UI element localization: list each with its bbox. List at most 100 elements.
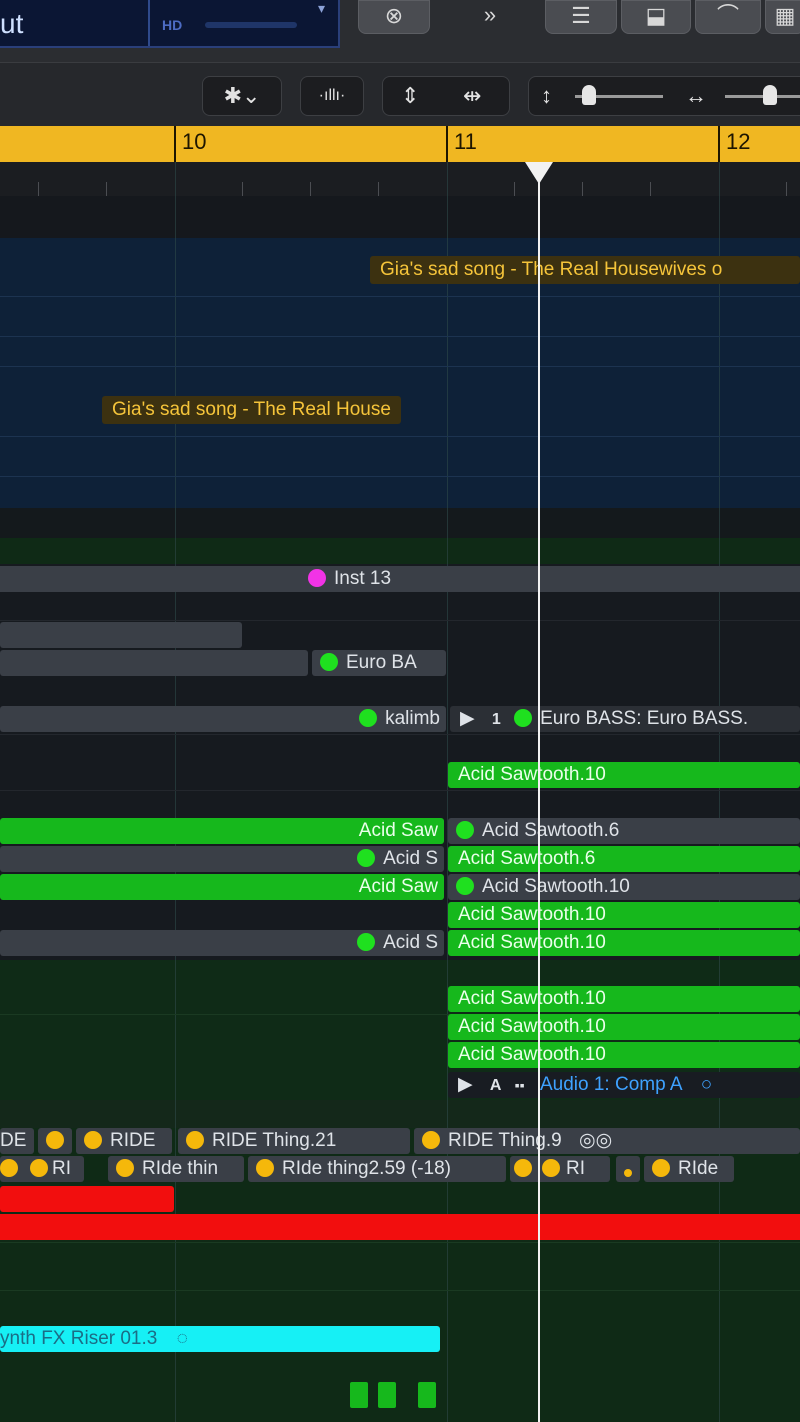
audio-region-label[interactable]: Gia's sad song - The Real Housewives o: [370, 256, 800, 284]
region-label: RI: [566, 1158, 585, 1179]
region-label: RI: [52, 1158, 71, 1179]
audio-region-comp[interactable]: ▶ A ▪▪ Audio 1: Comp A ○: [448, 1072, 800, 1098]
audio-region-label[interactable]: Gia's sad song - The Real House: [102, 396, 401, 424]
row-divider: [0, 476, 800, 477]
browser-button[interactable]: ▦: [765, 0, 800, 34]
region-label: Acid S: [383, 932, 438, 953]
audio-region-ride[interactable]: RI: [0, 1156, 84, 1182]
notepad-button[interactable]: ⬓: [621, 0, 691, 34]
yellow-dot-icon: [0, 1159, 18, 1177]
midi-region-kalimba[interactable]: kalimb: [0, 706, 446, 732]
region-label: RIDE Thing.9: [448, 1130, 562, 1151]
row-divider: [0, 296, 800, 297]
beat-tick: [38, 182, 39, 196]
waveform-zoom-button[interactable]: ·ıllı·: [300, 76, 364, 116]
midi-region-acid-sawtooth[interactable]: Acid Sawtooth.10: [448, 1014, 800, 1040]
small-midi-region[interactable]: [350, 1382, 368, 1408]
lcd-hd-label: HD: [162, 17, 183, 33]
audio-region-ri[interactable]: RI: [510, 1156, 610, 1182]
list-editor-button[interactable]: ☰: [545, 0, 617, 34]
loop-icon[interactable]: ◌: [177, 1328, 188, 1349]
pattern-region-euro-bass[interactable]: ▶ 1 Euro BASS: Euro BASS.: [450, 706, 800, 732]
region-label: Acid Sawtooth.10: [482, 876, 630, 897]
beat-tick: [242, 182, 243, 196]
region-label: Inst 13: [334, 568, 392, 589]
green-dot-icon: [357, 849, 376, 867]
region-label: RIDE: [110, 1130, 156, 1151]
playhead-handle-icon[interactable]: [525, 162, 553, 184]
settings-gear-button[interactable]: ✱⌄: [202, 76, 282, 116]
midi-region[interactable]: [0, 622, 242, 648]
region-label: ynth FX Riser 01.3: [0, 1328, 158, 1349]
horizontal-zoom-slider-icon: ↔: [685, 83, 707, 108]
audio-region-ride-thing[interactable]: RIDE Thing.21: [178, 1128, 410, 1154]
play-icon[interactable]: ▶: [460, 708, 475, 729]
audio-region-synth-fx-riser[interactable]: ynth FX Riser 01.3 ◌: [0, 1326, 440, 1352]
audio-region-ride[interactable]: [38, 1128, 72, 1154]
region-label: Acid S: [383, 848, 438, 869]
audio-region-ride-thin[interactable]: RIde thin: [108, 1156, 244, 1182]
row-divider: [0, 620, 800, 621]
loop-icon[interactable]: ◎◎: [579, 1130, 612, 1151]
midi-region-acid-s[interactable]: Acid S: [0, 846, 444, 872]
region-label: RIde thin: [142, 1158, 219, 1179]
row-divider: [0, 1290, 800, 1291]
take-folder-icon[interactable]: ▪▪: [515, 1077, 525, 1093]
small-midi-region[interactable]: [418, 1382, 436, 1408]
forward-button[interactable]: »: [454, 0, 526, 34]
horizontal-zoom-thumb[interactable]: [763, 85, 777, 105]
audio-region-ride-thing2[interactable]: RIde thing2.59 (-18): [248, 1156, 506, 1182]
midi-region-acid-sawtooth[interactable]: Acid Sawtooth.6: [448, 846, 800, 872]
track-lane[interactable]: [0, 1100, 800, 1128]
audio-region-small[interactable]: [616, 1156, 640, 1182]
region-label: Acid Sawtooth.6: [482, 820, 620, 841]
midi-region-acid-sawtooth[interactable]: Acid Sawtooth.10: [448, 986, 800, 1012]
vertical-zoom-thumb[interactable]: [582, 85, 596, 105]
midi-region-euro-bass[interactable]: Euro BA: [312, 650, 446, 676]
close-circle-button[interactable]: ⊗: [358, 0, 430, 34]
yellow-dot-icon: [46, 1131, 64, 1149]
yellow-dot-icon: [514, 1159, 532, 1177]
beat-tick: [650, 182, 651, 196]
midi-region-acid-s[interactable]: Acid S: [0, 930, 444, 956]
track-lane[interactable]: [0, 508, 800, 538]
bar-ruler[interactable]: [0, 126, 800, 162]
region-label: Audio 1: Comp A: [539, 1074, 682, 1095]
vertical-zoom-slider[interactable]: [575, 85, 663, 105]
lcd-meter: [205, 22, 297, 28]
circle-icon[interactable]: ○: [701, 1074, 712, 1095]
midi-region-acid-sawtooth[interactable]: Acid Sawtooth.10: [448, 930, 800, 956]
vertical-zoom-icon[interactable]: ⇕: [401, 77, 419, 115]
red-region[interactable]: [0, 1186, 174, 1212]
midi-region-acid-sawtooth[interactable]: Acid Sawtooth.10: [448, 874, 800, 900]
region-label: RIde thing2.59 (-18): [282, 1158, 451, 1179]
audio-region-ride[interactable]: RIde: [644, 1156, 734, 1182]
midi-region-acid-sawtooth[interactable]: Acid Sawtooth.10: [448, 762, 800, 788]
horizontal-zoom-slider[interactable]: [725, 85, 800, 105]
playhead-line[interactable]: [538, 168, 540, 1422]
midi-region-acid-sawtooth[interactable]: Acid Sawtooth.6: [448, 818, 800, 844]
loop-browser-button[interactable]: ⌒: [695, 0, 761, 34]
midi-region-acid-sawtooth[interactable]: Acid Sawtooth.10: [448, 902, 800, 928]
midi-region-acid-sawtooth[interactable]: Acid Sawtooth.10: [448, 1042, 800, 1068]
ruler-bar-11: 11: [446, 126, 526, 162]
audio-region-ride[interactable]: DE: [0, 1128, 34, 1154]
play-icon[interactable]: ▶: [458, 1074, 473, 1095]
horizontal-zoom-icon[interactable]: ⇹: [463, 77, 481, 115]
yellow-dot-icon: [186, 1131, 204, 1149]
marker-lane[interactable]: [0, 162, 800, 197]
green-dot-icon: [456, 877, 474, 895]
midi-region-inst13[interactable]: Inst 13: [0, 566, 800, 592]
track-lane[interactable]: [0, 538, 800, 564]
midi-region-acid-saw[interactable]: Acid Saw: [0, 874, 444, 900]
audio-region-ride[interactable]: RIDE: [76, 1128, 172, 1154]
track-lane[interactable]: [0, 196, 800, 238]
midi-region-acid-saw[interactable]: Acid Saw: [0, 818, 444, 844]
region-label: kalimb: [385, 708, 440, 729]
small-midi-region[interactable]: [378, 1382, 396, 1408]
audio-region-ride-thing[interactable]: RIDE Thing.9 ◎◎: [414, 1128, 800, 1154]
midi-region[interactable]: [0, 650, 308, 676]
lcd-dropdown-icon[interactable]: ▾: [318, 0, 325, 17]
red-region-long[interactable]: [0, 1214, 800, 1240]
beat-tick: [786, 182, 787, 196]
